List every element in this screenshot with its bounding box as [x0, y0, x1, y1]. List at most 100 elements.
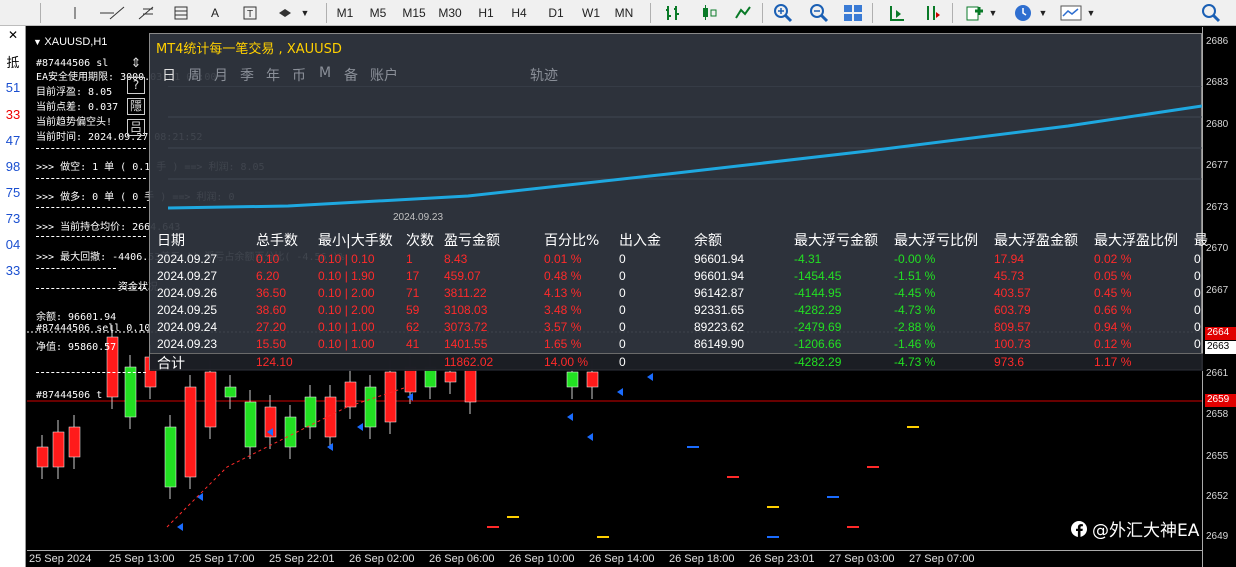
trend-text: 当前趋势偏空头!	[36, 117, 113, 128]
trade-arrow-marker	[617, 388, 623, 396]
trade-arrow-marker	[567, 413, 573, 421]
zoom-out-icon[interactable]	[808, 3, 830, 23]
watermark: @外汇大神EA	[1070, 516, 1199, 541]
fibonacci-icon[interactable]	[135, 3, 157, 23]
templates-icon[interactable]	[1060, 3, 1082, 23]
stats-panel: MT4统计每一笔交易 , XAUUSD 日周月季年币 M 备账户 轨迹 2024.0…	[149, 33, 1208, 371]
table-cell: 2024.09.25	[157, 303, 218, 317]
period-tab[interactable]: 月	[208, 65, 234, 84]
help-icon[interactable]: ?	[127, 77, 145, 94]
table-cell: 17	[406, 269, 420, 283]
price-tick: 2661	[1206, 368, 1229, 379]
sell-order-label: #87444506 sell 0.10	[36, 323, 151, 334]
text-icon[interactable]: A	[204, 3, 226, 23]
vertical-line-icon[interactable]	[64, 3, 86, 23]
table-cell: 459.07	[444, 269, 481, 283]
auto-scroll-icon[interactable]	[886, 3, 908, 23]
period-tab[interactable]: M	[312, 65, 338, 83]
timeframe-m15-button[interactable]: M15	[399, 3, 429, 23]
indicators-icon[interactable]	[964, 3, 986, 23]
grid-icon[interactable]	[170, 3, 192, 23]
table-cell: 0.10	[256, 252, 280, 266]
candle-body	[204, 371, 217, 428]
period-tab[interactable]: 账户	[364, 65, 404, 84]
period-tab[interactable]: 备	[338, 65, 364, 84]
toolbar-separator	[952, 3, 953, 23]
table-cell: -4.73 %	[894, 303, 936, 317]
table-cell: 2024.09.24	[157, 320, 218, 334]
table-cell: 1	[406, 252, 413, 266]
table-cell: 59	[406, 303, 420, 317]
time-tick: 27 Sep 03:00	[829, 553, 895, 565]
table-cell: 3.48 %	[544, 303, 582, 317]
timeframe-w1-button[interactable]: W1	[576, 3, 606, 23]
chevron-down-icon[interactable]: ▼	[1036, 3, 1050, 23]
shapes-icon[interactable]	[276, 3, 298, 23]
column-header: 次数	[406, 233, 434, 249]
timeframe-m5-button[interactable]: M5	[363, 3, 393, 23]
move-icon[interactable]: ⇕	[127, 56, 145, 73]
timeframe-d1-button[interactable]: D1	[541, 3, 571, 23]
table-cell: 0.94 %	[1094, 320, 1132, 334]
candle-body	[184, 386, 197, 478]
period-tab[interactable]: 年	[260, 65, 286, 84]
table-cell: 0	[1194, 286, 1201, 300]
order-price-badge: 2659	[1205, 394, 1236, 407]
price-axis[interactable]: 2686 2683 2680 2677 2673 2670 2667 2661 2658 2655…	[1202, 27, 1236, 567]
candle-body	[284, 416, 297, 448]
table-cell: 96601.94	[694, 252, 745, 266]
market-watch-cell: 抵	[6, 55, 20, 70]
chevron-down-icon[interactable]: ▼	[298, 3, 312, 23]
search-icon[interactable]	[1200, 3, 1222, 23]
chart-shift-icon[interactable]	[922, 3, 944, 23]
hide-icon[interactable]: 隱	[127, 98, 145, 115]
table-cell: 0	[619, 320, 626, 334]
column-header: 最小|大手数	[318, 233, 393, 249]
table-header: 日期 总手数 最小|大手数 次数 盈亏金额 百分比% 出入金 余额 最大浮亏金额 最大浮亏比例 最大…	[150, 230, 1208, 250]
time-tick: 25 Sep 2024	[29, 553, 92, 565]
table-cell: 0	[1194, 337, 1201, 351]
divider	[36, 236, 146, 237]
chevron-down-icon[interactable]: ▼	[1084, 3, 1098, 23]
table-cell: 0.48 %	[544, 269, 582, 283]
timeframe-h4-button[interactable]: H4	[504, 3, 534, 23]
bar-chart-icon[interactable]	[662, 3, 684, 23]
column-header: 最大浮亏比例	[894, 233, 978, 249]
svg-text:T: T	[247, 9, 253, 20]
table-cell: 809.57	[994, 320, 1031, 334]
trendline-icon[interactable]	[106, 3, 128, 23]
period-tab[interactable]: 周	[182, 65, 208, 84]
table-cell: 1401.55	[444, 337, 488, 351]
table-cell: 0.66 %	[1094, 303, 1132, 317]
text-label-icon[interactable]: T	[239, 3, 261, 23]
trajectory-tab[interactable]: 轨迹	[530, 65, 558, 85]
total-cell: 合计	[157, 355, 185, 371]
table-cell: 0	[1194, 252, 1201, 266]
line-chart-icon[interactable]	[732, 3, 754, 23]
table-cell: 2024.09.23	[157, 337, 218, 351]
mark-icon[interactable]: 吕	[127, 119, 145, 136]
table-cell: 96142.87	[694, 286, 745, 300]
table-cell: 0.05 %	[1094, 269, 1132, 283]
close-icon[interactable]: ✕	[0, 28, 26, 42]
chevron-down-icon[interactable]: ▼	[986, 3, 1000, 23]
table-cell: 96601.94	[694, 269, 745, 283]
zoom-in-icon[interactable]	[772, 3, 794, 23]
timeframe-mn-button[interactable]: MN	[609, 3, 639, 23]
table-cell: 38.60	[256, 303, 287, 317]
timeframe-h1-button[interactable]: H1	[471, 3, 501, 23]
time-tick: 25 Sep 17:00	[189, 553, 255, 565]
candle-body	[444, 371, 457, 383]
tile-windows-icon[interactable]	[842, 3, 864, 23]
period-tab[interactable]: 日	[156, 65, 182, 84]
time-axis[interactable]: 25 Sep 2024 25 Sep 13:00 25 Sep 17:00 25 Se…	[27, 550, 1202, 567]
bid-price-badge: 2664	[1205, 327, 1236, 340]
period-tab[interactable]: 季	[234, 65, 260, 84]
timeframe-m1-button[interactable]: M1	[330, 3, 360, 23]
trade-arrow-marker	[647, 373, 653, 381]
candle-chart-icon[interactable]	[698, 3, 720, 23]
period-tab[interactable]: 币	[286, 65, 312, 84]
timeframe-m30-button[interactable]: M30	[435, 3, 465, 23]
periodicity-clock-icon[interactable]	[1012, 3, 1034, 23]
table-cell: 62	[406, 320, 420, 334]
